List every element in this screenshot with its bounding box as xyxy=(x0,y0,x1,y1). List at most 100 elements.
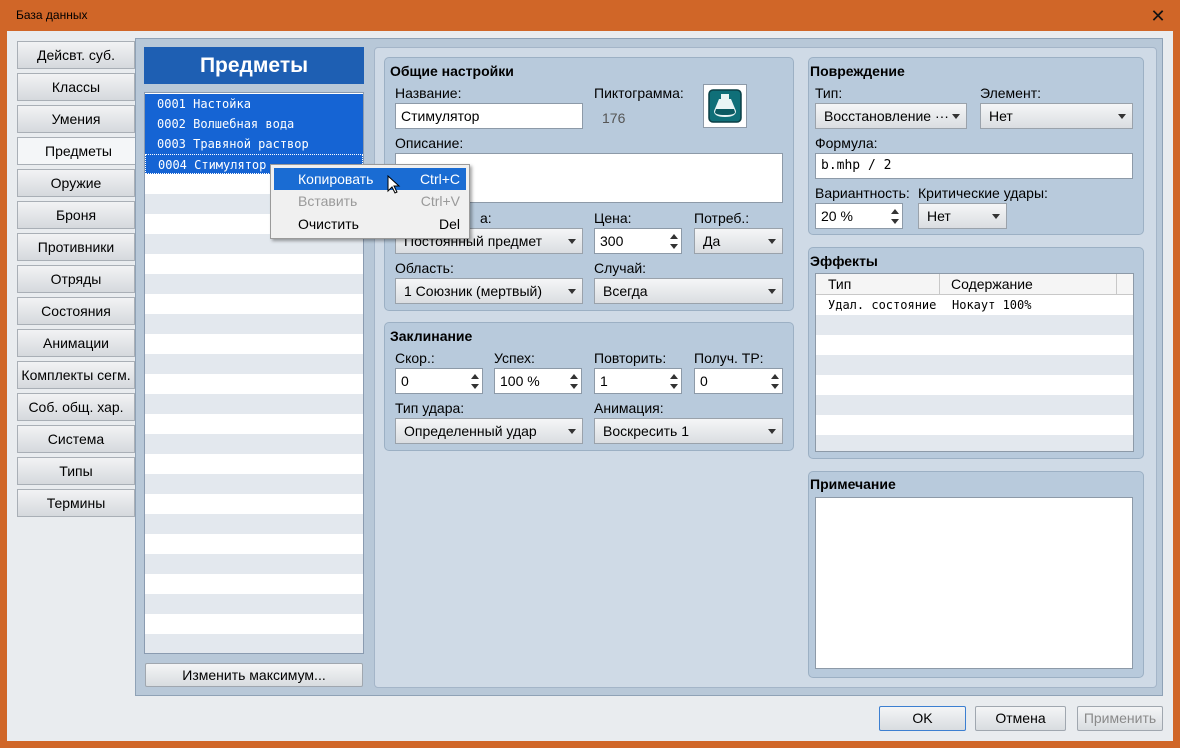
cancel-button[interactable]: Отмена xyxy=(975,706,1066,731)
tab-animations[interactable]: Анимации xyxy=(17,329,135,357)
potion-icon xyxy=(708,89,742,123)
tab-weapons[interactable]: Оружие xyxy=(17,169,135,197)
icon-picker[interactable] xyxy=(703,84,747,128)
list-item[interactable]: 0001 Настойка xyxy=(145,94,363,114)
chevron-down-icon xyxy=(568,429,576,434)
critical-label: Критические удары: xyxy=(918,185,1048,201)
variance-label: Вариантность: xyxy=(815,185,910,201)
critical-select[interactable]: Нет xyxy=(918,203,1007,229)
general-settings-title: Общие настройки xyxy=(390,63,514,79)
spin-up-icon[interactable] xyxy=(471,374,479,379)
list-item[interactable]: 0003 Травяной раствор xyxy=(145,134,363,154)
spin-down-icon[interactable] xyxy=(570,384,578,389)
list-item-empty[interactable] xyxy=(145,634,363,653)
spin-up-icon[interactable] xyxy=(670,374,678,379)
close-icon[interactable]: ✕ xyxy=(1146,4,1170,28)
effects-table[interactable]: Тип Содержание Удал. состояние Нокаут 10… xyxy=(815,273,1134,452)
tab-states[interactable]: Состояния xyxy=(17,297,135,325)
tab-terms[interactable]: Термины xyxy=(17,489,135,517)
list-item-empty[interactable] xyxy=(145,474,363,494)
tab-tilesets[interactable]: Комплекты сегм. xyxy=(17,361,135,389)
tab-actors[interactable]: Дейсвт. суб. xyxy=(17,41,135,69)
tp-gain-spinner[interactable]: 0 xyxy=(694,368,783,394)
list-item[interactable]: 0002 Волшебная вода xyxy=(145,114,363,134)
damage-type-label: Тип: xyxy=(815,85,843,101)
table-row[interactable] xyxy=(816,315,1133,335)
list-item-empty[interactable] xyxy=(145,514,363,534)
animation-value: Воскресить 1 xyxy=(603,423,690,439)
tab-common-events[interactable]: Соб. общ. хар. xyxy=(17,393,135,421)
list-item-empty[interactable] xyxy=(145,394,363,414)
list-header: Предметы xyxy=(144,47,364,84)
variance-spinner[interactable]: 20 % xyxy=(815,203,903,229)
table-row[interactable] xyxy=(816,395,1133,415)
formula-field[interactable]: b.mhp / 2 xyxy=(815,153,1133,179)
tab-troops[interactable]: Отряды xyxy=(17,265,135,293)
damage-title: Повреждение xyxy=(810,63,905,79)
table-row[interactable] xyxy=(816,435,1133,451)
tab-classes[interactable]: Классы xyxy=(17,73,135,101)
note-field[interactable] xyxy=(815,497,1133,669)
menu-item-label: Копировать xyxy=(298,171,374,187)
icon-index: 176 xyxy=(602,110,626,126)
success-label: Успех: xyxy=(494,350,535,366)
effects-column-type[interactable]: Тип xyxy=(828,276,851,292)
menu-item-paste[interactable]: Вставить Ctrl+V xyxy=(274,190,466,212)
ok-button[interactable]: OK xyxy=(879,706,966,731)
menu-item-shortcut: Ctrl+V xyxy=(420,193,460,209)
spin-up-icon[interactable] xyxy=(570,374,578,379)
spin-down-icon[interactable] xyxy=(670,384,678,389)
hit-type-select[interactable]: Определенный удар xyxy=(395,418,583,444)
change-maximum-button[interactable]: Изменить максимум... xyxy=(145,663,363,687)
price-value: 300 xyxy=(600,233,624,249)
list-item-empty[interactable] xyxy=(145,434,363,454)
name-field[interactable]: Стимулятор xyxy=(395,103,583,129)
scope-label: Область: xyxy=(395,260,454,276)
effects-column-content[interactable]: Содержание xyxy=(951,276,1033,292)
success-spinner[interactable]: 100 % xyxy=(494,368,582,394)
tab-types[interactable]: Типы xyxy=(17,457,135,485)
spin-down-icon[interactable] xyxy=(670,244,678,249)
speed-spinner[interactable]: 0 xyxy=(395,368,483,394)
menu-item-copy[interactable]: Копировать Ctrl+C xyxy=(274,168,466,190)
list-item-empty[interactable] xyxy=(145,274,363,294)
menu-item-shortcut: Del xyxy=(438,216,460,232)
tab-enemies[interactable]: Противники xyxy=(17,233,135,261)
animation-select[interactable]: Воскресить 1 xyxy=(594,418,783,444)
chevron-down-icon xyxy=(768,239,776,244)
spin-up-icon[interactable] xyxy=(891,209,899,214)
consumable-value: Да xyxy=(703,233,721,249)
list-item-empty[interactable] xyxy=(145,594,363,614)
speed-value: 0 xyxy=(401,373,409,389)
occasion-select[interactable]: Всегда xyxy=(594,278,783,304)
tab-system[interactable]: Система xyxy=(17,425,135,453)
repeat-label: Повторить: xyxy=(594,350,667,366)
tab-skills[interactable]: Умения xyxy=(17,105,135,133)
table-row[interactable] xyxy=(816,355,1133,375)
element-select[interactable]: Нет xyxy=(980,103,1133,129)
animation-label: Анимация: xyxy=(594,400,664,416)
spin-down-icon[interactable] xyxy=(471,384,479,389)
damage-type-select[interactable]: Восстановление ··· xyxy=(815,103,967,129)
spin-up-icon[interactable] xyxy=(771,374,779,379)
tab-items[interactable]: Предметы xyxy=(17,137,139,165)
menu-item-clear[interactable]: Очистить Del xyxy=(274,213,466,235)
list-item-empty[interactable] xyxy=(145,554,363,574)
description-label: Описание: xyxy=(395,135,464,151)
spin-down-icon[interactable] xyxy=(891,219,899,224)
critical-value: Нет xyxy=(927,208,951,224)
chevron-down-icon xyxy=(568,289,576,294)
repeat-spinner[interactable]: 1 xyxy=(594,368,682,394)
tab-armors[interactable]: Броня xyxy=(17,201,135,229)
spin-up-icon[interactable] xyxy=(670,234,678,239)
price-spinner[interactable]: 300 xyxy=(594,228,682,254)
hit-type-label: Тип удара: xyxy=(395,400,465,416)
table-row[interactable]: Удал. состояние Нокаут 100% xyxy=(816,295,1133,315)
spin-down-icon[interactable] xyxy=(771,384,779,389)
consumable-select[interactable]: Да xyxy=(694,228,783,254)
list-item-empty[interactable] xyxy=(145,354,363,374)
apply-button[interactable]: Применить xyxy=(1077,706,1163,731)
list-item-empty[interactable] xyxy=(145,314,363,334)
effects-title: Эффекты xyxy=(810,253,878,269)
scope-select[interactable]: 1 Союзник (мертвый) xyxy=(395,278,583,304)
